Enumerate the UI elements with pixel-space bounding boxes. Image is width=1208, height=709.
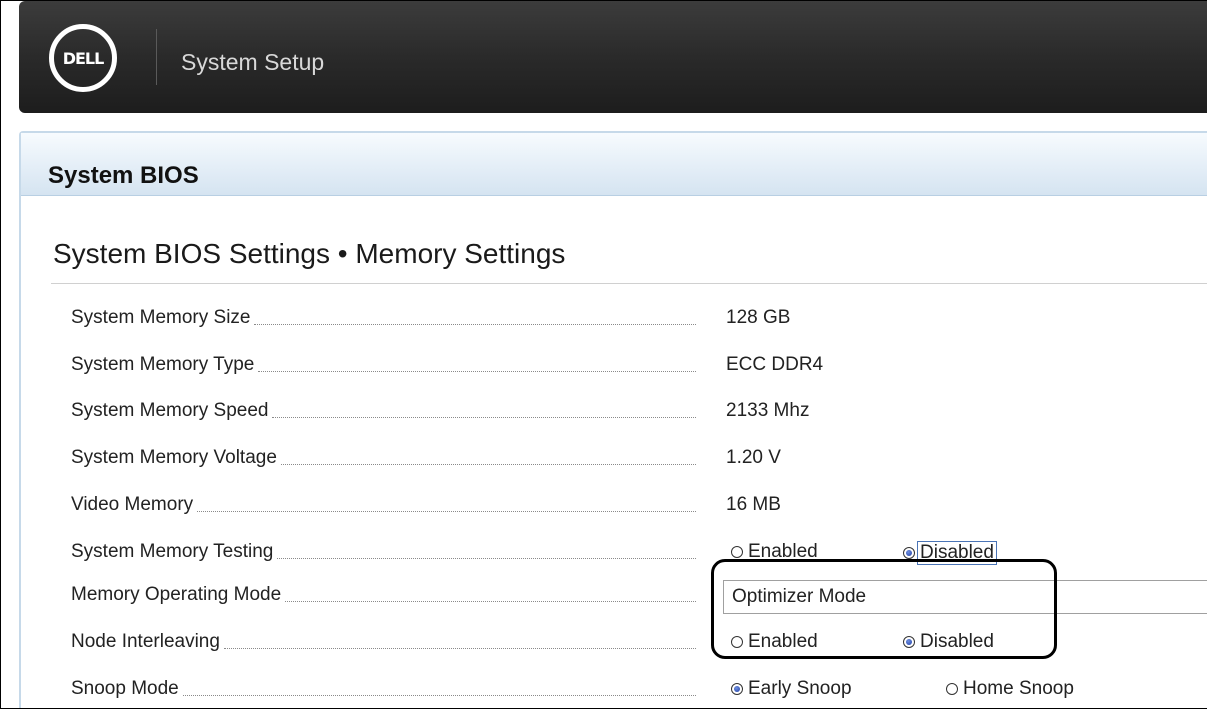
section-divider: [51, 283, 1207, 284]
top-bar-divider: [156, 29, 157, 85]
setting-label: System Memory Voltage: [71, 447, 696, 469]
section-title: System BIOS Settings • Memory Settings: [53, 238, 566, 269]
setting-row-memory-operating-mode: Memory Operating Mode Optimizer Mode: [71, 576, 1207, 616]
setting-label: Node Interleaving: [71, 631, 696, 653]
setting-value: 16 MB: [726, 494, 781, 515]
panel-title: System BIOS: [48, 162, 199, 189]
app-title: System Setup: [181, 49, 325, 75]
setting-row-system-memory-testing: System Memory Testing Enabled Disabled: [71, 533, 1207, 573]
top-bar: DELL System Setup: [19, 1, 1207, 113]
setting-row-node-interleaving: Node Interleaving Enabled Disabled: [71, 623, 1207, 663]
radio-selected-icon: [903, 547, 915, 559]
radio-selected-icon: [903, 636, 915, 648]
setting-label: System Memory Testing: [71, 541, 696, 563]
radio-unselected-icon: [731, 546, 743, 558]
memory-testing-disabled-radio[interactable]: Disabled: [903, 541, 997, 565]
setting-value: ECC DDR4: [726, 354, 824, 375]
setting-label: System Memory Speed: [71, 400, 696, 422]
screenshot-frame: DELL System Setup System BIOS System BIO…: [0, 0, 1207, 709]
panel-header: System BIOS: [21, 133, 1207, 196]
setting-row-system-memory-size: System Memory Size 128 GB: [71, 299, 1207, 339]
setting-value: 128 GB: [726, 307, 791, 328]
setting-label: Video Memory: [71, 494, 696, 516]
snoop-mode-home-snoop-radio[interactable]: Home Snoop: [946, 678, 1074, 700]
radio-selected-icon: [731, 683, 743, 695]
memory-operating-mode-select[interactable]: Optimizer Mode: [723, 580, 1207, 614]
setting-row-system-memory-type: System Memory Type ECC DDR4: [71, 346, 1207, 386]
node-interleaving-disabled-radio[interactable]: Disabled: [903, 631, 994, 653]
setting-row-system-memory-voltage: System Memory Voltage 1.20 V: [71, 439, 1207, 479]
radio-unselected-icon: [946, 683, 958, 695]
setting-label: Snoop Mode: [71, 678, 696, 700]
node-interleaving-enabled-radio[interactable]: Enabled: [731, 631, 818, 653]
memory-testing-enabled-radio[interactable]: Enabled: [731, 541, 818, 563]
setting-label: System Memory Type: [71, 354, 696, 376]
radio-unselected-icon: [731, 636, 743, 648]
setting-row-snoop-mode: Snoop Mode Early Snoop Home Snoop: [71, 670, 1207, 708]
setting-value: 2133 Mhz: [726, 400, 810, 421]
system-bios-panel: System BIOS System BIOS Settings • Memor…: [19, 131, 1207, 708]
setting-value: 1.20 V: [726, 447, 781, 468]
setting-row-system-memory-speed: System Memory Speed 2133 Mhz: [71, 392, 1207, 432]
setting-row-video-memory: Video Memory 16 MB: [71, 486, 1207, 526]
setting-label: System Memory Size: [71, 307, 696, 329]
setting-label: Memory Operating Mode: [71, 584, 696, 606]
snoop-mode-early-snoop-radio[interactable]: Early Snoop: [731, 678, 852, 700]
dell-logo-icon: DELL: [49, 24, 117, 92]
